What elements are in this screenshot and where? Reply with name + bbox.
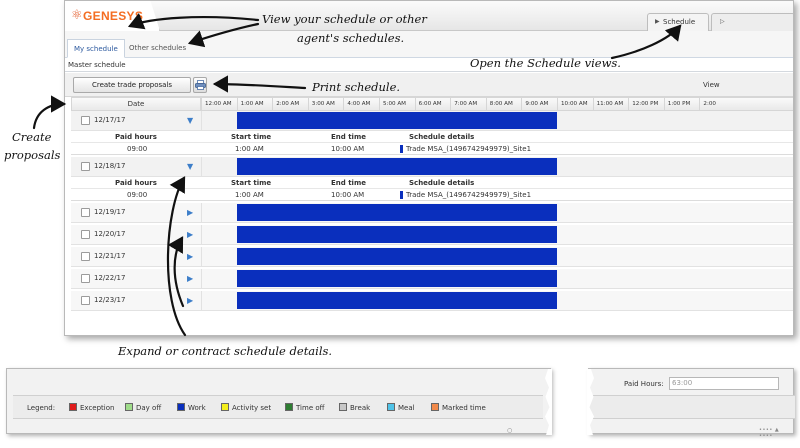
legend-label: Time off — [296, 404, 325, 412]
legend-swatch — [431, 403, 439, 411]
arrow-to-create-proposals — [32, 95, 67, 130]
paid-hours-label: Paid Hours: — [624, 380, 664, 388]
legend-swatch — [221, 403, 229, 411]
annotation-print: Print schedule. — [312, 80, 401, 94]
legend-item: Break — [339, 403, 370, 412]
annotation-expand: Expand or contract schedule details. — [118, 344, 333, 358]
arrow-to-my-schedule — [127, 12, 260, 30]
torn-edge — [545, 369, 552, 435]
arrow-to-schedule-tab — [610, 24, 682, 60]
legend-item: Activity set — [221, 403, 271, 412]
legend-swatch — [285, 403, 293, 411]
annotation-create-1: Create — [12, 130, 52, 144]
legend-item: Time off — [285, 403, 324, 412]
legend-label: Day off — [136, 404, 162, 412]
legend-label: Meal — [398, 404, 415, 412]
legend-swatch — [339, 403, 347, 411]
annotation-open-views: Open the Schedule views. — [470, 56, 621, 70]
legend-swatch — [69, 403, 77, 411]
scroll-indicator-icon[interactable]: •••• ▲ •••• — [759, 427, 793, 439]
legend-item: Meal — [387, 403, 415, 412]
resize-handle-icon[interactable]: ○ — [507, 427, 512, 434]
legend-swatch — [387, 403, 395, 411]
legend-label: Activity set — [232, 404, 272, 412]
annotation-view-schedule-2: agent's schedules. — [297, 31, 405, 45]
legend-label: Work — [188, 404, 206, 412]
legend-label: Break — [350, 404, 371, 412]
legend-item: Day off — [125, 403, 161, 412]
arrow-to-other-schedules — [187, 22, 260, 48]
legend-item: Work — [177, 403, 206, 412]
paid-hours-field[interactable]: 63:00 — [669, 377, 779, 390]
legend-label: Marked time — [442, 404, 486, 412]
paid-hours-bar — [589, 395, 795, 419]
legend-title: Legend: — [27, 404, 56, 412]
arrow-to-print — [212, 75, 307, 93]
legend-item: Marked time — [431, 403, 486, 412]
arrow-to-expander-closed — [167, 236, 185, 308]
legend-bar: Legend: Exception Day off Work Activity set… — [13, 395, 543, 419]
legend-swatch — [125, 403, 133, 411]
annotation-create-2: proposals — [4, 148, 61, 162]
legend-swatch — [177, 403, 185, 411]
legend-panel: Legend: Exception Day off Work Activity set… — [6, 368, 552, 435]
annotation-view-schedule: View your schedule or other — [262, 12, 427, 26]
legend-label: Exception — [80, 404, 115, 412]
legend-item: Exception — [69, 403, 114, 412]
paid-hours-panel: Paid Hours: 63:00 •••• ▲ •••• — [587, 368, 795, 439]
